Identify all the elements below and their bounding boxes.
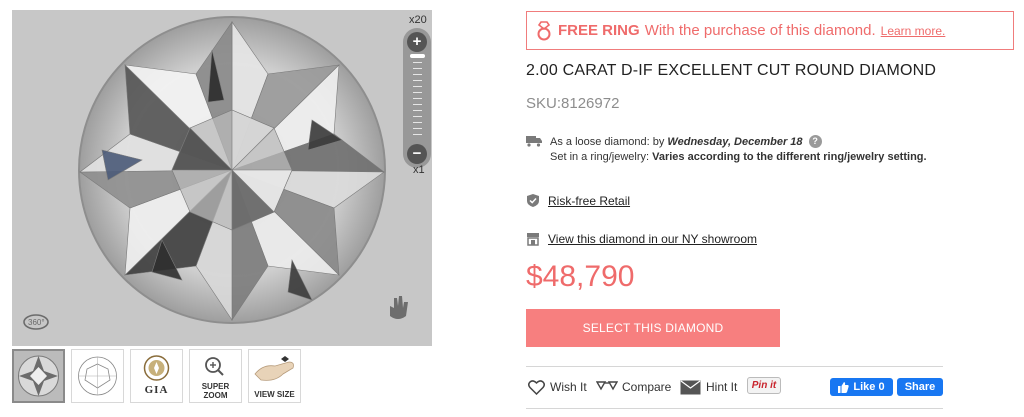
promo-learn-more-link[interactable]: Learn more. (881, 24, 946, 38)
thumbs-up-icon (838, 381, 850, 393)
shield-check-icon (527, 194, 539, 207)
loose-diamond-line: As a loose diamond: by Wednesday, Decemb… (550, 135, 822, 148)
gia-caption: GIA (144, 384, 169, 396)
product-title: 2.00 CARAT D-IF EXCELLENT CUT ROUND DIAM… (526, 62, 937, 79)
wish-it-button[interactable]: Wish It (528, 374, 587, 400)
heart-icon (528, 379, 545, 395)
zoom-min-label: x1 (413, 164, 425, 176)
svg-text:360°: 360° (28, 318, 45, 327)
help-icon[interactable]: ? (808, 135, 822, 148)
ring-icon (537, 20, 551, 40)
facebook-like-label: Like 0 (853, 381, 885, 393)
diamond-thumb-icon (18, 355, 59, 397)
magnifier-icon (205, 357, 224, 376)
thumb-diamond-diagram[interactable] (71, 349, 124, 403)
view-size-caption: VIEW SIZE (254, 390, 295, 399)
thumb-diamond-photo[interactable] (12, 349, 65, 403)
wish-it-label: Wish It (550, 380, 587, 394)
rotate-360-icon[interactable]: 360° (22, 310, 50, 332)
zoom-slider-handle[interactable] (410, 54, 425, 58)
gia-seal-icon (143, 355, 170, 381)
promo-title: FREE RING (558, 22, 640, 39)
compare-label: Compare (622, 380, 672, 394)
showroom-row: View this diamond in our NY showroom (526, 232, 757, 246)
hand-size-icon (254, 356, 294, 381)
thumb-super-zoom[interactable]: SUPER ZOOM (189, 349, 242, 403)
ring-setting-value: Varies according to the different ring/j… (652, 151, 927, 163)
ring-setting-prefix: Set in a ring/jewelry: (550, 151, 650, 163)
free-ring-banner: FREE RING With the purchase of this diam… (526, 11, 1014, 50)
facebook-like-button[interactable]: Like 0 (830, 378, 893, 396)
zoom-out-icon[interactable]: − (407, 144, 427, 164)
zoom-in-icon[interactable]: + (407, 32, 427, 52)
truck-icon (526, 136, 542, 147)
price: $48,790 (526, 260, 635, 293)
zoom-scale (413, 56, 422, 140)
compare-button[interactable]: Compare (596, 374, 671, 400)
envelope-icon (680, 380, 701, 394)
hint-it-button[interactable]: Hint It (680, 374, 737, 400)
showroom-link[interactable]: View this diamond in our NY showroom (548, 232, 757, 246)
actions-divider-top (526, 366, 943, 367)
pinterest-button[interactable]: Pin it (747, 377, 781, 394)
super-zoom-caption-1: SUPER (201, 382, 230, 391)
hand-drag-icon (390, 296, 408, 319)
compare-icon (596, 381, 618, 391)
actions-divider-bottom (526, 408, 943, 409)
hint-it-label: Hint It (706, 380, 738, 394)
diamond-viewer[interactable]: x20 + − x1 360° (12, 10, 432, 346)
thumb-gia-certificate[interactable]: GIA (130, 349, 183, 403)
thumb-view-size[interactable]: VIEW SIZE (248, 349, 301, 403)
loose-diamond-prefix: As a loose diamond: by (550, 136, 665, 148)
product-sku: SKU:8126972 (526, 95, 620, 112)
diamond-image (12, 10, 432, 346)
zoom-max-label: x20 (409, 14, 427, 26)
store-icon (527, 233, 539, 246)
risk-free-retail-link[interactable]: Risk-free Retail (548, 194, 630, 208)
facebook-share-button[interactable]: Share (897, 378, 943, 396)
diamond-diagram-icon (78, 356, 117, 396)
ring-setting-line: Set in a ring/jewelry: Varies according … (550, 151, 927, 163)
loose-diamond-date: Wednesday, December 18 (667, 136, 803, 148)
select-diamond-button[interactable]: SELECT THIS DIAMOND (526, 309, 780, 347)
super-zoom-caption-2: ZOOM (203, 391, 228, 400)
risk-free-retail-row: Risk-free Retail (526, 193, 630, 208)
action-bar: Wish It Compare Hint It Pin it Like 0 Sh… (526, 374, 946, 400)
promo-text: With the purchase of this diamond. (644, 22, 876, 39)
